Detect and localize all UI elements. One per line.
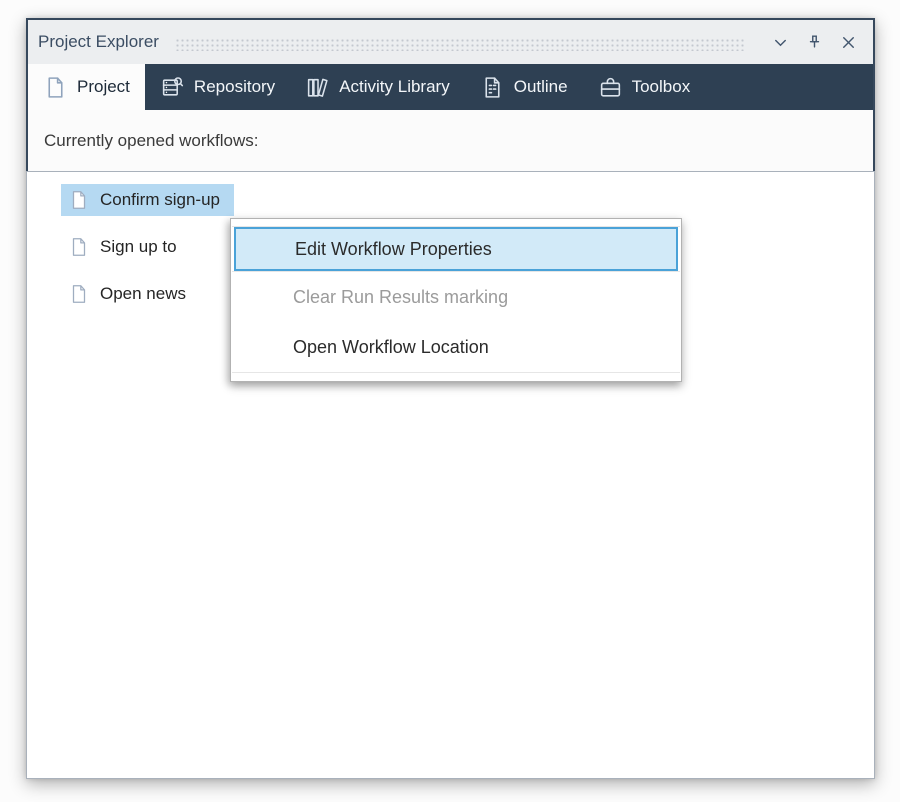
tab-label: Activity Library	[339, 77, 450, 97]
menu-item-open-workflow-location[interactable]: Open Workflow Location	[231, 322, 681, 372]
menu-item-clear-run-results-marking: Clear Run Results marking	[231, 272, 681, 322]
repository-icon	[160, 75, 185, 100]
toolbox-icon	[598, 75, 623, 100]
tab-project[interactable]: Project	[28, 64, 145, 110]
tab-label: Toolbox	[632, 77, 691, 97]
tab-toolbox[interactable]: Toolbox	[583, 64, 706, 110]
workflow-label: Sign up to	[100, 237, 177, 257]
panel-title: Project Explorer	[38, 32, 159, 52]
document-icon	[68, 236, 90, 258]
panel-header: Project Explorer Project	[26, 18, 875, 171]
workflow-label: Open news	[100, 284, 186, 304]
workflows-heading: Currently opened workflows:	[44, 131, 258, 151]
close-icon[interactable]	[835, 29, 861, 55]
panel-titlebar[interactable]: Project Explorer	[28, 20, 873, 64]
menu-separator	[232, 372, 680, 373]
library-icon	[305, 75, 330, 100]
context-menu: Edit Workflow Properties Clear Run Resul…	[230, 218, 682, 382]
workflow-item-sign-up-to[interactable]: Sign up to	[61, 231, 191, 263]
tab-label: Project	[77, 77, 130, 97]
tab-activity-library[interactable]: Activity Library	[290, 64, 465, 110]
screenshot-stage: Project Explorer Project	[0, 0, 900, 802]
panel-tabbar: Project	[28, 64, 873, 110]
workflow-label: Confirm sign-up	[100, 190, 220, 210]
tab-outline[interactable]: Outline	[465, 64, 583, 110]
workflow-item-confirm-sign-up[interactable]: Confirm sign-up	[61, 184, 234, 216]
tab-label: Repository	[194, 77, 275, 97]
document-icon	[43, 75, 68, 100]
menu-item-edit-workflow-properties[interactable]: Edit Workflow Properties	[234, 227, 678, 271]
outline-icon	[480, 75, 505, 100]
tab-label: Outline	[514, 77, 568, 97]
project-explorer-panel: Project Explorer Project	[26, 18, 875, 779]
pin-icon[interactable]	[801, 29, 827, 55]
workflow-item-open-news[interactable]: Open news	[61, 278, 200, 310]
titlebar-grabber-texture[interactable]	[175, 38, 745, 51]
chevron-down-icon[interactable]	[767, 29, 793, 55]
workflows-heading-row: Currently opened workflows:	[28, 110, 873, 171]
document-icon	[68, 189, 90, 211]
document-icon	[68, 283, 90, 305]
tab-repository[interactable]: Repository	[145, 64, 290, 110]
